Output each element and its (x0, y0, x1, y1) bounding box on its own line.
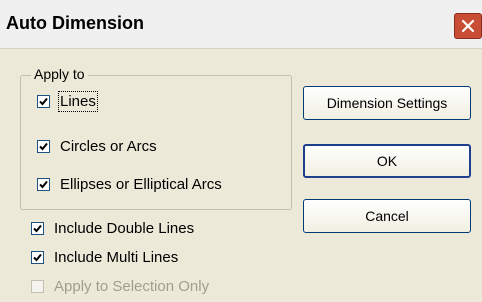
include-multi-lines-label: Include Multi Lines (54, 249, 179, 266)
include-multi-lines-checkbox[interactable]: Include Multi Lines (31, 249, 178, 266)
checkbox-box[interactable] (37, 140, 50, 153)
lines-checkbox[interactable]: Lines (37, 91, 98, 112)
checkbox-box[interactable] (31, 222, 44, 235)
ellipses-label: Ellipses or Elliptical Arcs (60, 176, 222, 193)
ellipses-checkbox[interactable]: Ellipses or Elliptical Arcs (37, 176, 222, 193)
checkbox-box[interactable] (31, 251, 44, 264)
circles-or-arcs-label: Circles or Arcs (60, 138, 157, 155)
checkmark-icon (33, 253, 42, 262)
checkmark-icon (39, 142, 48, 151)
apply-to-selection-only-checkbox: Apply to Selection Only (31, 278, 209, 295)
cancel-button[interactable]: Cancel (303, 199, 471, 233)
apply-to-group-label: Apply to (31, 66, 88, 82)
auto-dimension-dialog: Auto Dimension Apply to Lines Circles or… (0, 0, 482, 302)
checkmark-icon (33, 224, 42, 233)
checkmark-icon (39, 97, 48, 106)
dialog-title: Auto Dimension (6, 13, 144, 33)
circles-or-arcs-checkbox[interactable]: Circles or Arcs (37, 138, 157, 155)
dimension-settings-button[interactable]: Dimension Settings (303, 86, 471, 120)
title-bar[interactable]: Auto Dimension (0, 0, 482, 49)
lines-label: Lines (58, 91, 98, 112)
include-double-lines-label: Include Double Lines (54, 220, 195, 237)
apply-to-selection-only-label: Apply to Selection Only (54, 278, 210, 295)
checkbox-box[interactable] (37, 178, 50, 191)
checkbox-box (31, 280, 44, 293)
ok-button[interactable]: OK (303, 144, 471, 178)
close-icon (461, 19, 475, 33)
checkbox-box[interactable] (37, 95, 50, 108)
include-double-lines-checkbox[interactable]: Include Double Lines (31, 220, 194, 237)
checkmark-icon (39, 180, 48, 189)
close-button[interactable] (454, 13, 482, 39)
